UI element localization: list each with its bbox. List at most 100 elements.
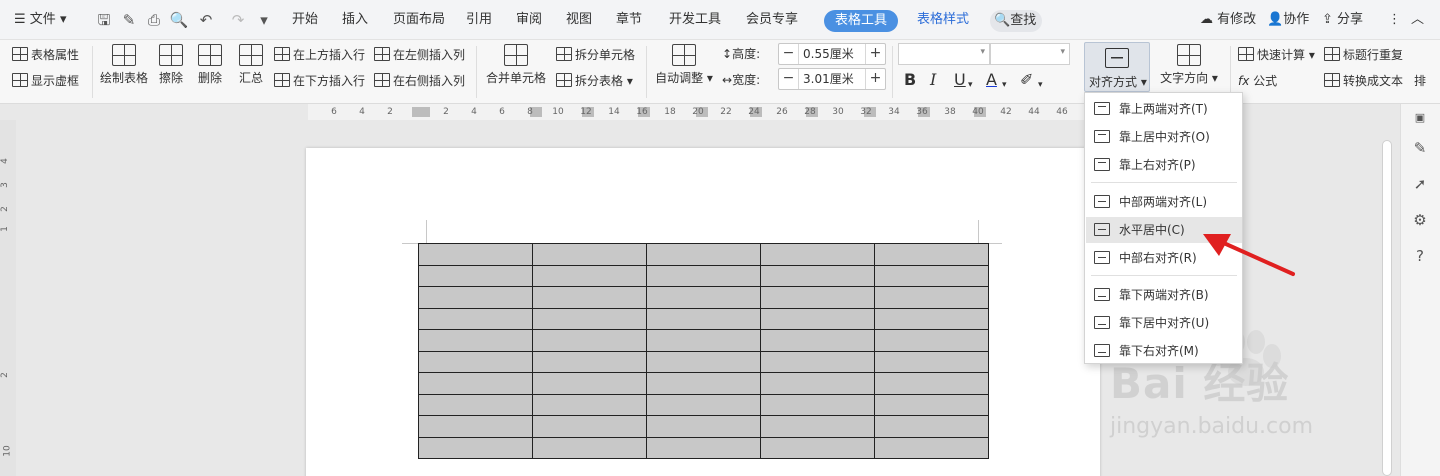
panel-toggle-icon[interactable]: ▣ [1410, 108, 1430, 128]
align-menu-item[interactable]: 靠下右对齐(M) [1086, 338, 1242, 364]
erase-button[interactable]: 擦除 [156, 44, 186, 86]
height-stepper[interactable]: − 0.55厘米 + [778, 43, 886, 65]
decrease-icon[interactable]: − [779, 69, 799, 89]
table-cell[interactable] [760, 243, 875, 266]
table-properties-button[interactable]: 表格属性 [12, 47, 79, 63]
table-cell[interactable] [418, 329, 533, 352]
table-cell[interactable] [760, 372, 875, 395]
table-cell[interactable] [760, 436, 875, 459]
table-cell[interactable] [874, 372, 989, 395]
table-cell[interactable] [532, 415, 647, 438]
tab-chapter[interactable]: 章节 [616, 11, 642, 29]
tab-references[interactable]: 引用 [466, 11, 492, 29]
table-row[interactable] [418, 243, 989, 266]
table-cell[interactable] [874, 350, 989, 373]
alignment-button[interactable]: 对齐方式 ▾ [1084, 42, 1150, 92]
table-cell[interactable] [874, 264, 989, 287]
table-cell[interactable] [874, 393, 989, 416]
font-color-icon[interactable]: A [986, 70, 997, 90]
align-menu-item[interactable]: 靠上两端对齐(T) [1086, 96, 1242, 122]
table-cell[interactable] [418, 372, 533, 395]
table-cell[interactable] [646, 264, 761, 287]
save-icon[interactable]: 🖫 [94, 10, 114, 30]
table-cell[interactable] [418, 286, 533, 309]
table-row[interactable] [418, 415, 989, 438]
help-icon[interactable]: ? [1410, 246, 1430, 266]
font-family-select[interactable] [898, 43, 990, 65]
quick-calc-button[interactable]: 快速计算 ▾ [1238, 47, 1315, 63]
table-row[interactable] [418, 286, 989, 309]
table-cell[interactable] [418, 307, 533, 330]
cursor-icon[interactable]: ➚ [1410, 174, 1430, 194]
table-row[interactable] [418, 264, 989, 287]
table-cell[interactable] [874, 307, 989, 330]
table-cell[interactable] [760, 415, 875, 438]
table-cell[interactable] [646, 350, 761, 373]
auto-fit-button[interactable]: 自动调整 ▾ [654, 44, 714, 86]
summary-button[interactable]: 汇总 [236, 44, 266, 86]
tab-table-style[interactable]: 表格样式 [917, 11, 969, 29]
repeat-header-button[interactable]: 标题行重复 [1324, 47, 1403, 63]
convert-to-text-button[interactable]: 转换成文本 [1324, 73, 1403, 89]
more-quick-icon[interactable]: ▾ [254, 10, 274, 30]
tab-home[interactable]: 开始 [292, 11, 318, 29]
tab-table-tools[interactable]: 表格工具 [824, 10, 898, 32]
increase-icon[interactable]: + [865, 69, 885, 89]
search-button[interactable]: 🔍查找 [990, 10, 1042, 32]
italic-icon[interactable]: I [930, 70, 936, 90]
table-cell[interactable] [646, 436, 761, 459]
table-cell[interactable] [646, 415, 761, 438]
document-page[interactable] [306, 148, 1100, 476]
decrease-icon[interactable]: − [779, 44, 799, 64]
table-cell[interactable] [760, 307, 875, 330]
table-cell[interactable] [418, 350, 533, 373]
font-size-select[interactable] [990, 43, 1070, 65]
table-cell[interactable] [646, 286, 761, 309]
table-cell[interactable] [646, 393, 761, 416]
table-cell[interactable] [646, 372, 761, 395]
insert-col-right-button[interactable]: 在右侧插入列 [374, 73, 465, 89]
tab-view[interactable]: 视图 [566, 11, 592, 29]
merge-cells-button[interactable]: 合并单元格 [486, 44, 546, 86]
table-cell[interactable] [646, 243, 761, 266]
table-cell[interactable] [874, 436, 989, 459]
tab-member[interactable]: 会员专享 [746, 11, 798, 29]
align-menu-item[interactable]: 靠上居中对齐(O) [1086, 124, 1242, 150]
undo-icon[interactable]: ↶ [196, 10, 216, 30]
chevron-down-icon[interactable]: ▾ [1002, 75, 1007, 95]
table-cell[interactable] [418, 393, 533, 416]
split-table-button[interactable]: 拆分表格 ▾ [556, 73, 633, 89]
table-cell[interactable] [532, 329, 647, 352]
changes-button[interactable]: ☁ 有修改 [1200, 11, 1256, 29]
table-cell[interactable] [532, 307, 647, 330]
vertical-ruler[interactable]: 4 3 2 1 2 10 [0, 120, 16, 476]
file-menu[interactable]: ☰ 文件 ▾ [14, 11, 66, 29]
table-row[interactable] [418, 436, 989, 459]
print-preview-icon[interactable]: 🔍 [169, 10, 189, 30]
table-cell[interactable] [532, 372, 647, 395]
tab-review[interactable]: 审阅 [516, 11, 542, 29]
table-cell[interactable] [418, 243, 533, 266]
table-row[interactable] [418, 350, 989, 373]
draw-table-button[interactable]: 绘制表格 [100, 44, 148, 86]
table-cell[interactable] [646, 329, 761, 352]
sort-button[interactable]: 排 [1414, 73, 1426, 89]
insert-row-below-button[interactable]: 在下方插入行 [274, 73, 365, 89]
format-painter-icon[interactable]: ✎ [119, 10, 139, 30]
collapse-ribbon-icon[interactable]: ︿ [1411, 11, 1424, 29]
align-menu-item[interactable]: 中部两端对齐(L) [1086, 189, 1242, 215]
table-cell[interactable] [874, 415, 989, 438]
table-cell[interactable] [760, 350, 875, 373]
table-cell[interactable] [532, 264, 647, 287]
table-cell[interactable] [532, 286, 647, 309]
underline-icon[interactable]: U [954, 70, 966, 90]
chevron-down-icon[interactable]: ▾ [968, 75, 973, 95]
insert-row-above-button[interactable]: 在上方插入行 [274, 47, 365, 63]
table-cell[interactable] [532, 393, 647, 416]
table-cell[interactable] [532, 436, 647, 459]
table-row[interactable] [418, 307, 989, 330]
insert-col-left-button[interactable]: 在左侧插入列 [374, 47, 465, 63]
table-cell[interactable] [760, 393, 875, 416]
document-table[interactable] [418, 243, 989, 459]
more-icon[interactable]: ⋮ [1388, 11, 1401, 29]
